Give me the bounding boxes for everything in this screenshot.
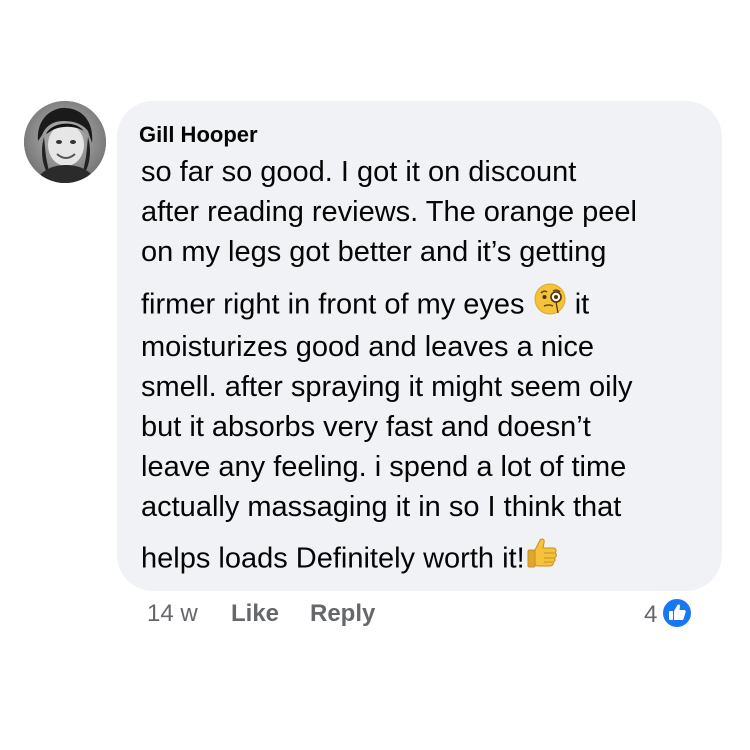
comment-text-line: moisturizes good and leaves a nice (141, 331, 594, 363)
avatar[interactable] (24, 101, 106, 183)
comment-text-line: smell. after spraying it might seem oily (141, 371, 633, 403)
reaction-summary[interactable]: 4 (644, 596, 694, 634)
comment-text-line-with-emoji: helps loads Definitely worth it! (141, 536, 559, 581)
comment-text-line: after reading reviews. The orange peel (141, 196, 637, 228)
comment-text-line: on my legs got better and it’s getting (141, 236, 607, 268)
like-button[interactable]: Like (231, 600, 279, 628)
face-with-monocle-icon (533, 282, 567, 324)
like-reaction-icon (661, 596, 694, 634)
reply-button[interactable]: Reply (310, 600, 375, 628)
comment-bubble: Gill Hooper so far so good. I got it on … (117, 101, 722, 591)
comment-text-line: but it absorbs very fast and doesn’t (141, 411, 591, 443)
comment-text-line: so far so good. I got it on discount (141, 156, 577, 188)
comment-timestamp[interactable]: 14 w (147, 600, 198, 628)
comment-author[interactable]: Gill Hooper (139, 122, 258, 148)
profile-photo (24, 101, 106, 183)
comment-text-line: actually massaging it in so I think that (141, 491, 622, 523)
comment-text-segment: it (574, 288, 590, 321)
reaction-count: 4 (644, 601, 658, 628)
comment-text-line-with-emoji: firmer right in front of my eyes it (141, 282, 590, 327)
thumbs-up-icon (525, 536, 559, 578)
comment-text-line: leave any feeling. i spend a lot of time (141, 451, 627, 483)
comment-text-segment: helps loads Definitely worth it! (141, 542, 525, 575)
comment-text-segment: firmer right in front of my eyes (141, 288, 533, 321)
